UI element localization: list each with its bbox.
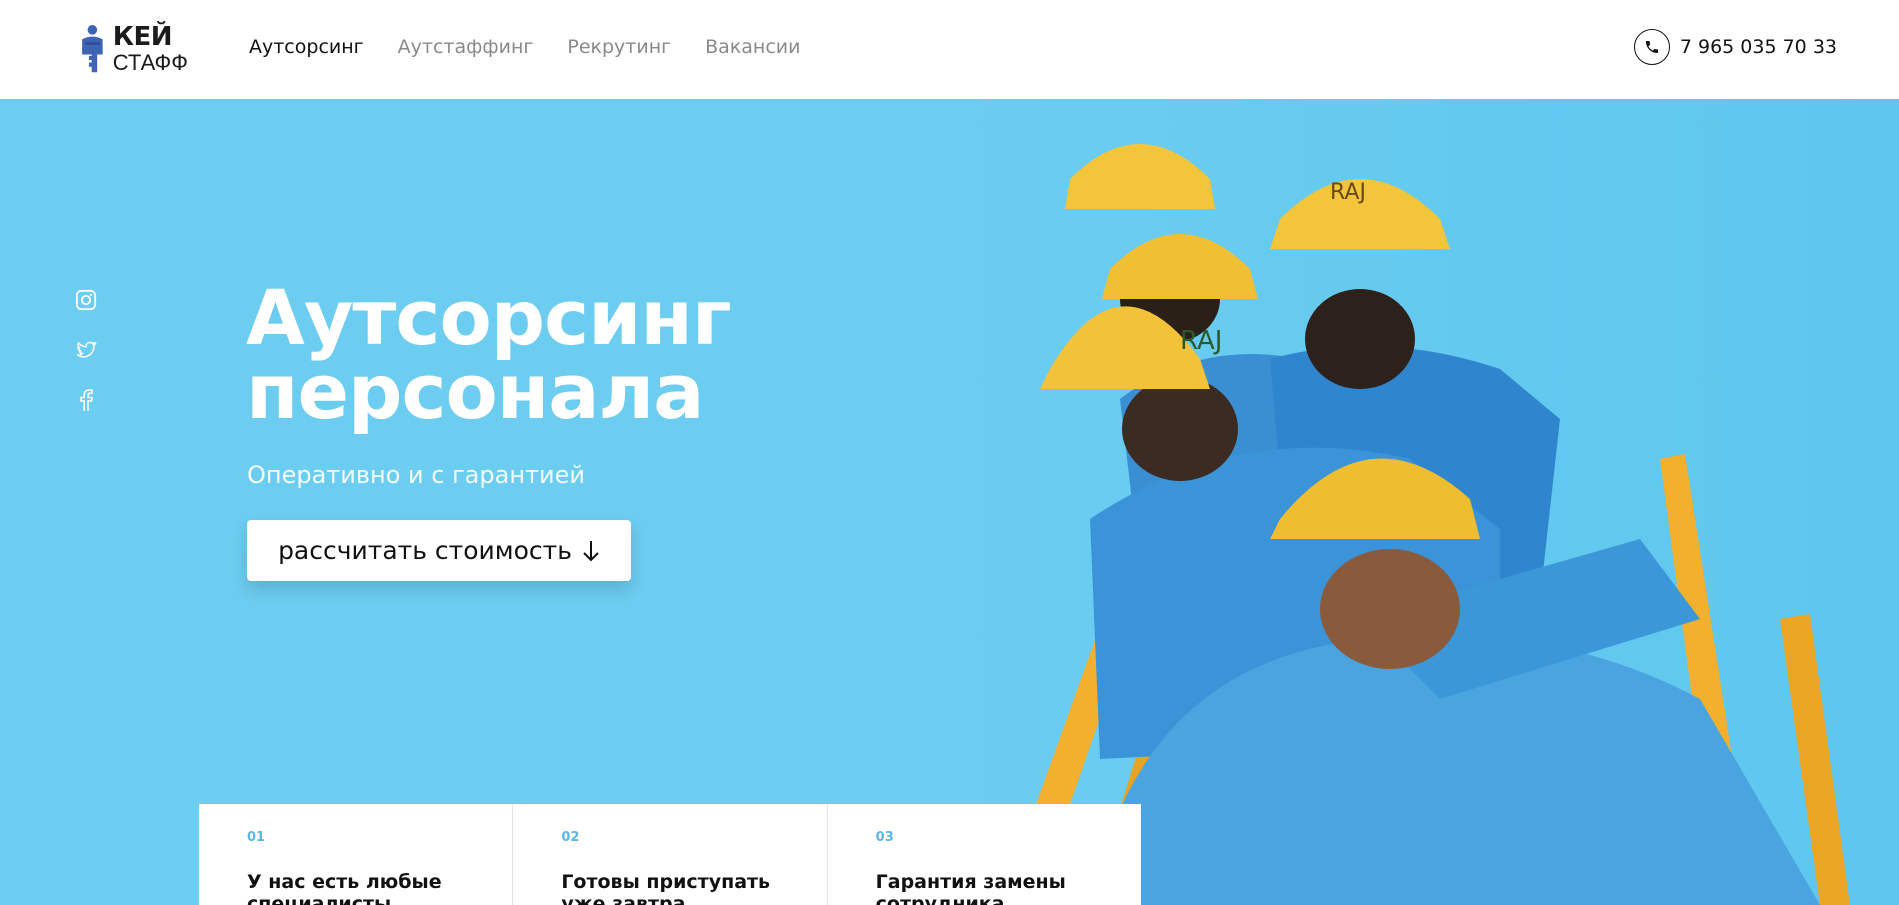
feature-title: Гарантия замены сотрудника <box>875 871 1066 905</box>
logo[interactable]: КЕЙ СТАФФ <box>78 12 188 86</box>
phone-contact[interactable]: 7 965 035 70 33 <box>1633 29 1837 65</box>
main-nav: Аутсорсинг Аутстаффинг Рекрутинг Ваканси… <box>249 36 800 58</box>
feature-card: 01 У нас есть любые специалисты <box>199 804 514 905</box>
logo-name-line2: СТАФФ <box>112 50 188 75</box>
svg-text:RAJ: RAJ <box>1330 180 1366 205</box>
nav-item-outstaffing[interactable]: Аутстаффинг <box>398 36 534 58</box>
feature-card: 02 Готовы приступать уже завтра <box>513 804 828 905</box>
phone-number[interactable]: 7 965 035 70 33 <box>1680 36 1837 58</box>
arrow-down-icon <box>583 540 599 561</box>
hero-subtitle: Оперативно и с гарантией <box>247 461 585 489</box>
features-strip: 01 У нас есть любые специалисты 02 Готов… <box>199 804 1141 905</box>
feature-card: 03 Гарантия замены сотрудника <box>828 804 1141 905</box>
nav-item-vacancies[interactable]: Вакансии <box>705 36 800 58</box>
logo-name-line1: КЕЙ <box>112 22 173 52</box>
twitter-icon[interactable] <box>74 337 98 363</box>
feature-number: 02 <box>561 830 580 845</box>
site-header: КЕЙ СТАФФ Аутсорсинг Аутстаффинг Рекрути… <box>0 0 1899 99</box>
svg-text:RAJ: RAJ <box>1180 326 1222 356</box>
feature-title: Готовы приступать уже завтра <box>561 871 771 905</box>
social-links <box>74 287 98 413</box>
calculate-cost-button[interactable]: рассчитать стоимость <box>247 520 631 581</box>
hero-title: Аутсорсинг персонала <box>246 273 732 436</box>
instagram-icon[interactable] <box>74 287 98 313</box>
facebook-icon[interactable] <box>74 387 98 413</box>
feature-title: У нас есть любые специалисты <box>247 871 442 905</box>
phone-icon <box>1633 29 1670 65</box>
workers-in-helmets-photo: RAJ RAJ <box>940 99 1899 905</box>
hero-section: RAJ RAJ Аутсорсинг персонала Оперативно … <box>0 99 1899 905</box>
feature-number: 01 <box>247 830 266 845</box>
cta-label: рассчитать стоимость <box>278 536 572 565</box>
key-person-logo-icon <box>82 25 103 73</box>
nav-item-outsourcing[interactable]: Аутсорсинг <box>249 36 364 58</box>
feature-number: 03 <box>875 830 894 845</box>
nav-item-recruiting[interactable]: Рекрутинг <box>567 36 671 58</box>
